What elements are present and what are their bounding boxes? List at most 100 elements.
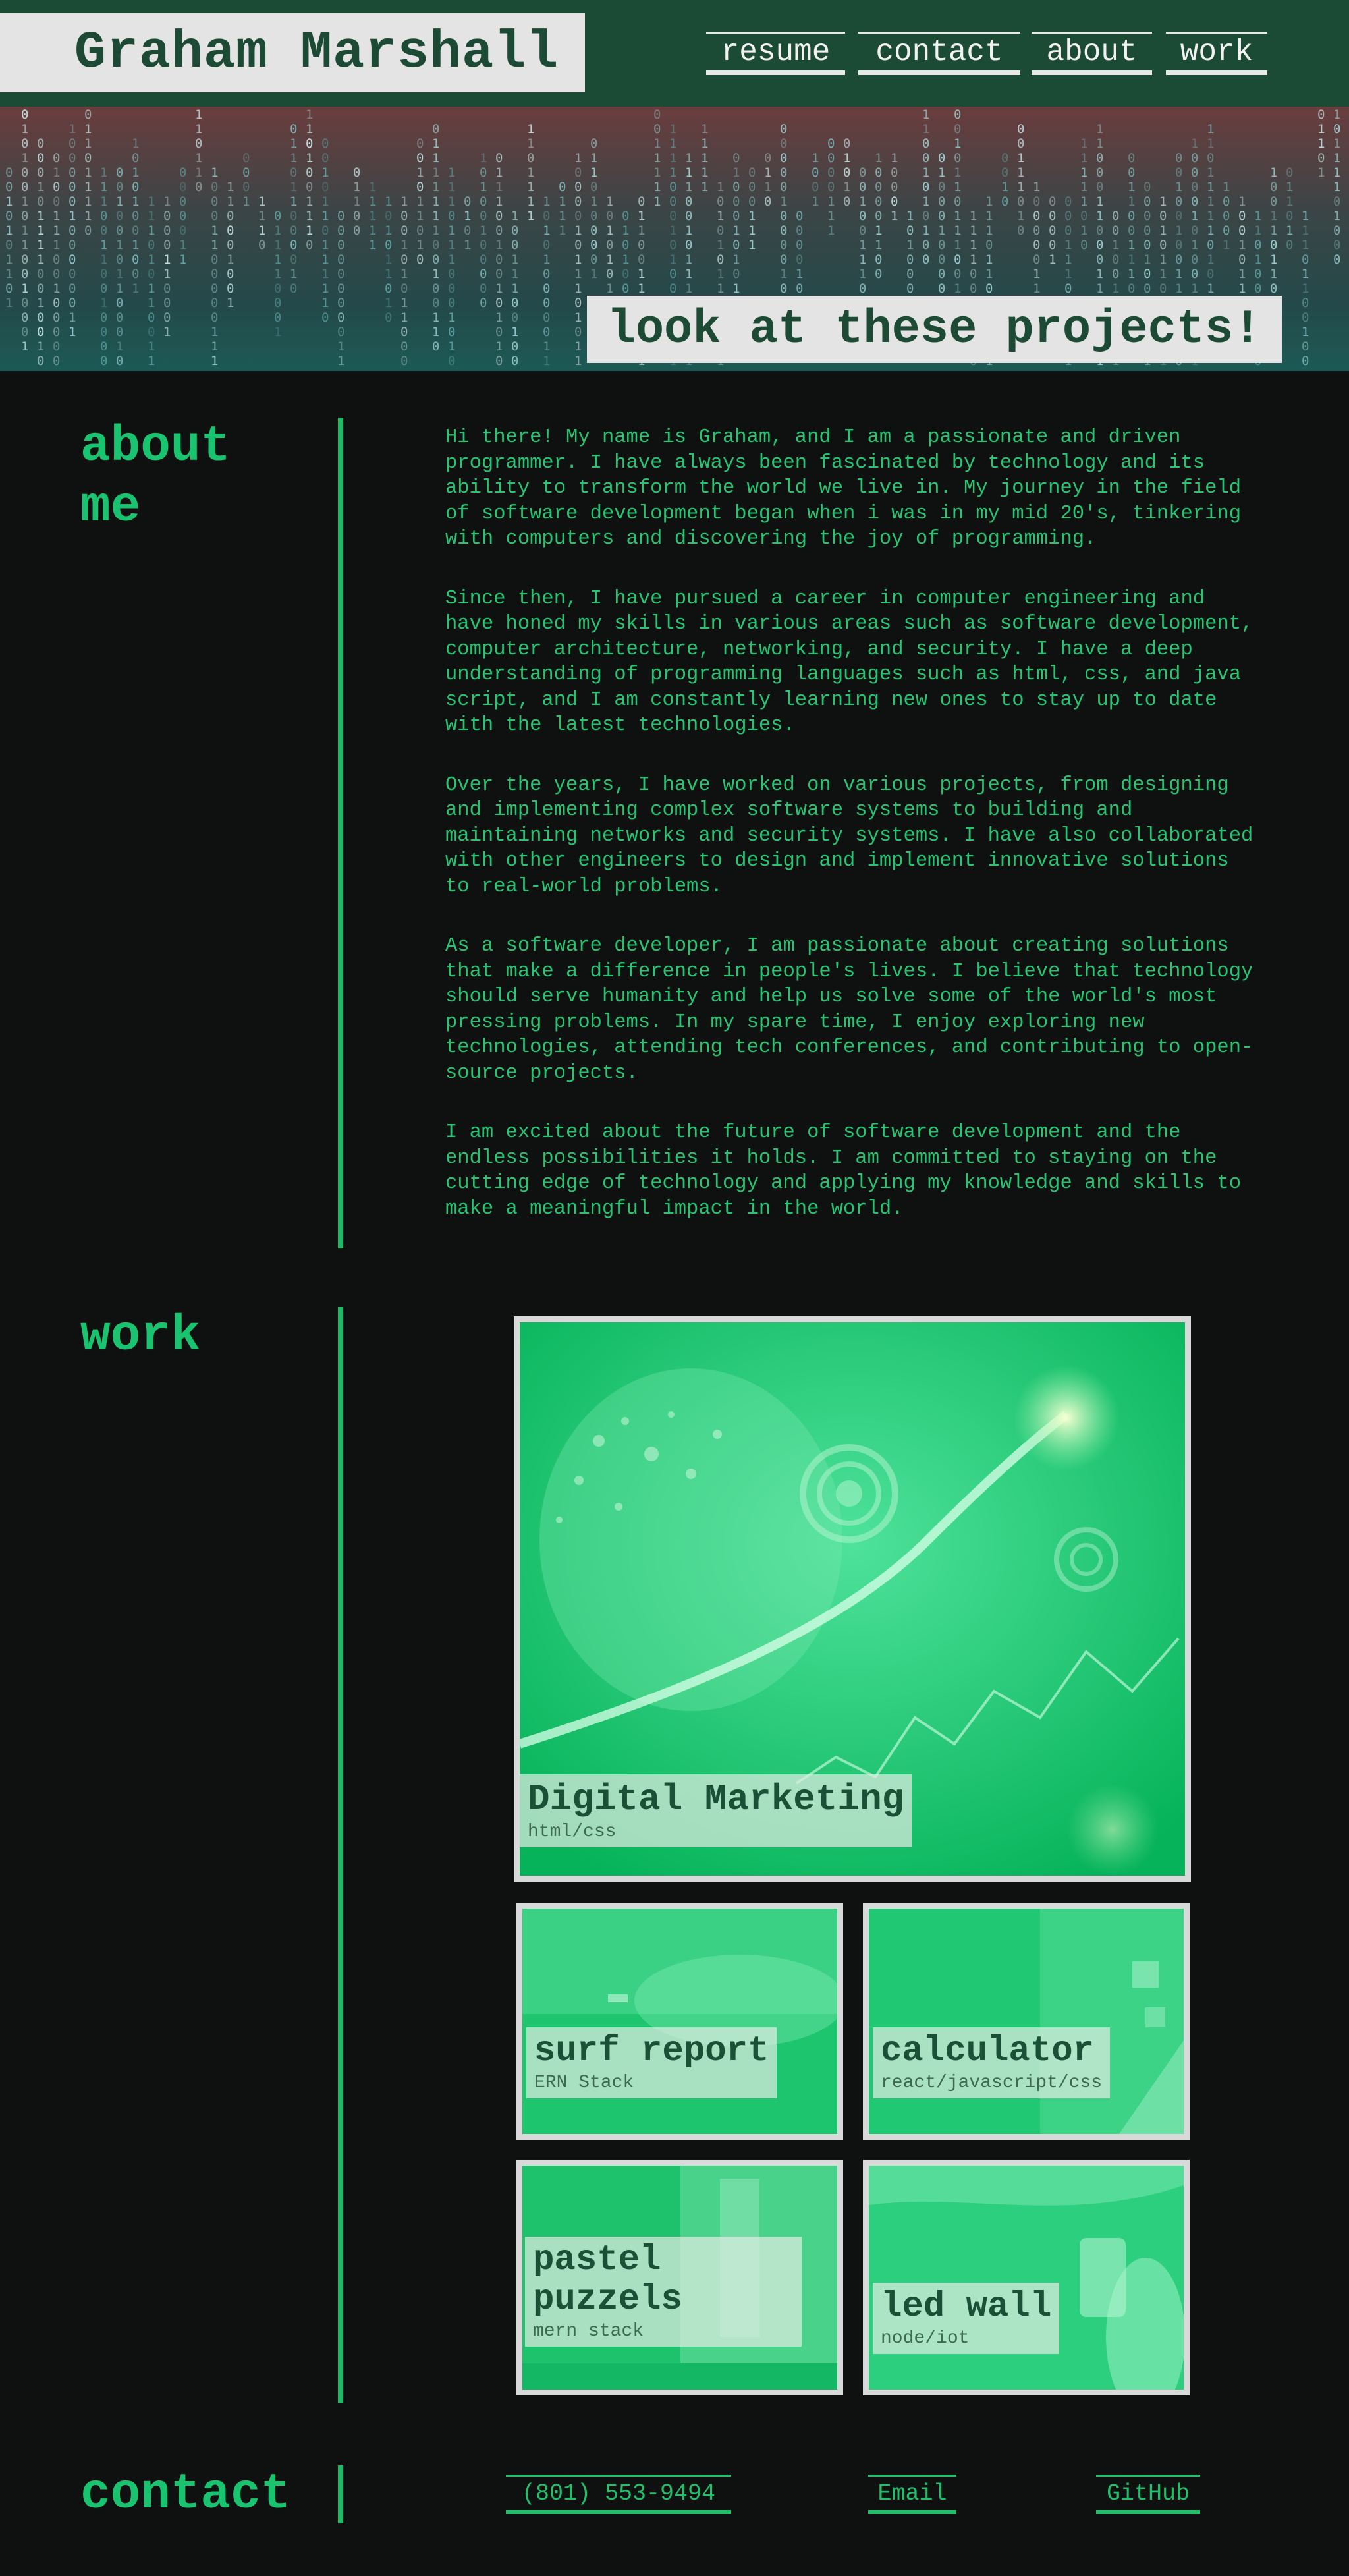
svg-text:0: 0 xyxy=(1207,267,1214,281)
svg-text:0: 0 xyxy=(1143,194,1151,209)
svg-text:0: 0 xyxy=(416,223,424,238)
svg-text:0: 0 xyxy=(732,238,740,252)
svg-text:1: 1 xyxy=(701,122,708,136)
project-card-digital-marketing[interactable]: Digital Marketing html/css xyxy=(514,1316,1191,1882)
svg-text:1: 1 xyxy=(400,238,408,252)
svg-text:0: 0 xyxy=(21,107,28,122)
nav-link-contact[interactable]: contact xyxy=(858,32,1020,75)
contact-phone-link[interactable]: (801) 553-9494 xyxy=(506,2475,731,2514)
svg-text:1: 1 xyxy=(37,180,44,194)
svg-text:1: 1 xyxy=(685,252,692,267)
svg-text:0: 0 xyxy=(1001,194,1008,209)
contact-email-link[interactable]: Email xyxy=(868,2475,956,2514)
svg-text:0: 0 xyxy=(116,180,123,194)
svg-text:0: 0 xyxy=(669,180,676,194)
svg-text:1: 1 xyxy=(748,223,756,238)
svg-text:0: 0 xyxy=(574,165,582,180)
contact-github-link[interactable]: GitHub xyxy=(1096,2475,1200,2514)
svg-text:1: 1 xyxy=(685,223,692,238)
svg-text:0: 0 xyxy=(274,209,281,223)
svg-text:0: 0 xyxy=(574,180,582,194)
svg-text:1: 1 xyxy=(1270,252,1277,267)
svg-text:1: 1 xyxy=(543,223,550,238)
name-plate: Graham Marshall xyxy=(0,13,585,92)
svg-text:1: 1 xyxy=(84,194,92,209)
svg-text:0: 0 xyxy=(764,194,771,209)
svg-text:1: 1 xyxy=(1080,194,1087,209)
svg-text:1: 1 xyxy=(306,194,313,209)
svg-text:0: 0 xyxy=(495,209,503,223)
svg-text:1: 1 xyxy=(495,165,503,180)
svg-text:0: 0 xyxy=(290,209,297,223)
nav-link-about[interactable]: about xyxy=(1032,32,1152,75)
svg-text:1: 1 xyxy=(432,180,439,194)
svg-text:1: 1 xyxy=(717,281,724,296)
svg-text:1: 1 xyxy=(527,209,534,223)
svg-text:0: 0 xyxy=(274,310,281,325)
svg-text:1: 1 xyxy=(606,194,613,209)
project-card-led-wall[interactable]: led wall node/iot xyxy=(863,2160,1190,2395)
svg-text:1: 1 xyxy=(653,194,661,209)
svg-text:0: 0 xyxy=(495,267,503,281)
svg-text:1: 1 xyxy=(669,223,676,238)
svg-text:1: 1 xyxy=(922,107,929,122)
svg-text:0: 0 xyxy=(211,310,218,325)
svg-text:1: 1 xyxy=(227,180,234,194)
svg-text:1: 1 xyxy=(385,267,392,281)
svg-text:1: 1 xyxy=(1238,267,1246,281)
svg-text:1: 1 xyxy=(653,136,661,151)
svg-text:0: 0 xyxy=(922,151,929,165)
svg-text:1: 1 xyxy=(116,194,123,209)
svg-text:1: 1 xyxy=(480,151,487,165)
svg-text:0: 0 xyxy=(732,267,740,281)
nav-link-work[interactable]: work xyxy=(1166,32,1267,75)
svg-text:0: 0 xyxy=(622,209,629,223)
svg-text:1: 1 xyxy=(511,252,518,267)
site-owner-name[interactable]: Graham Marshall xyxy=(74,23,559,83)
project-card-surf-report[interactable]: surf report ERN Stack xyxy=(516,1903,843,2140)
svg-text:1: 1 xyxy=(274,325,281,339)
project-card-pastel-puzzels[interactable]: pastel puzzels mern stack xyxy=(516,2160,843,2395)
svg-text:1: 1 xyxy=(148,223,155,238)
svg-text:1: 1 xyxy=(970,209,977,223)
svg-text:0: 0 xyxy=(100,223,107,238)
svg-text:1: 1 xyxy=(416,209,424,223)
svg-text:1: 1 xyxy=(954,238,961,252)
svg-text:1: 1 xyxy=(590,165,597,180)
project-title: calculator xyxy=(881,2031,1095,2071)
svg-text:1: 1 xyxy=(574,151,582,165)
svg-text:0: 0 xyxy=(1080,238,1087,252)
svg-text:0: 0 xyxy=(37,325,44,339)
svg-text:1: 1 xyxy=(1333,165,1340,180)
svg-text:1: 1 xyxy=(1112,238,1119,252)
svg-text:0: 0 xyxy=(954,194,961,209)
svg-text:1: 1 xyxy=(732,252,740,267)
svg-text:1: 1 xyxy=(100,252,107,267)
svg-text:1: 1 xyxy=(1064,238,1072,252)
svg-text:0: 0 xyxy=(132,180,139,194)
svg-text:0: 0 xyxy=(69,151,76,165)
svg-text:0: 0 xyxy=(1033,252,1040,267)
svg-text:0: 0 xyxy=(1128,165,1135,180)
nav-link-resume[interactable]: resume xyxy=(706,32,845,75)
project-card-calculator[interactable]: calculator react/javascript/css xyxy=(863,1903,1190,2140)
project-title: pastel puzzels xyxy=(533,2240,682,2320)
about-paragraph: Since then, I have pursued a career in c… xyxy=(445,587,1253,737)
svg-text:1: 1 xyxy=(1302,223,1309,238)
svg-text:1: 1 xyxy=(717,238,724,252)
svg-text:1: 1 xyxy=(321,209,329,223)
svg-text:1: 1 xyxy=(922,122,929,136)
svg-text:0: 0 xyxy=(69,194,76,209)
svg-text:0: 0 xyxy=(574,238,582,252)
svg-text:0: 0 xyxy=(1033,194,1040,209)
svg-text:0: 0 xyxy=(1175,209,1182,223)
svg-text:0: 0 xyxy=(306,238,313,252)
svg-text:1: 1 xyxy=(448,238,455,252)
svg-text:1: 1 xyxy=(148,252,155,267)
svg-text:0: 0 xyxy=(717,194,724,209)
svg-text:1: 1 xyxy=(1112,281,1119,296)
svg-text:0: 0 xyxy=(1317,151,1325,165)
svg-text:1: 1 xyxy=(37,339,44,354)
svg-text:1: 1 xyxy=(495,339,503,354)
svg-text:0: 0 xyxy=(875,165,882,180)
